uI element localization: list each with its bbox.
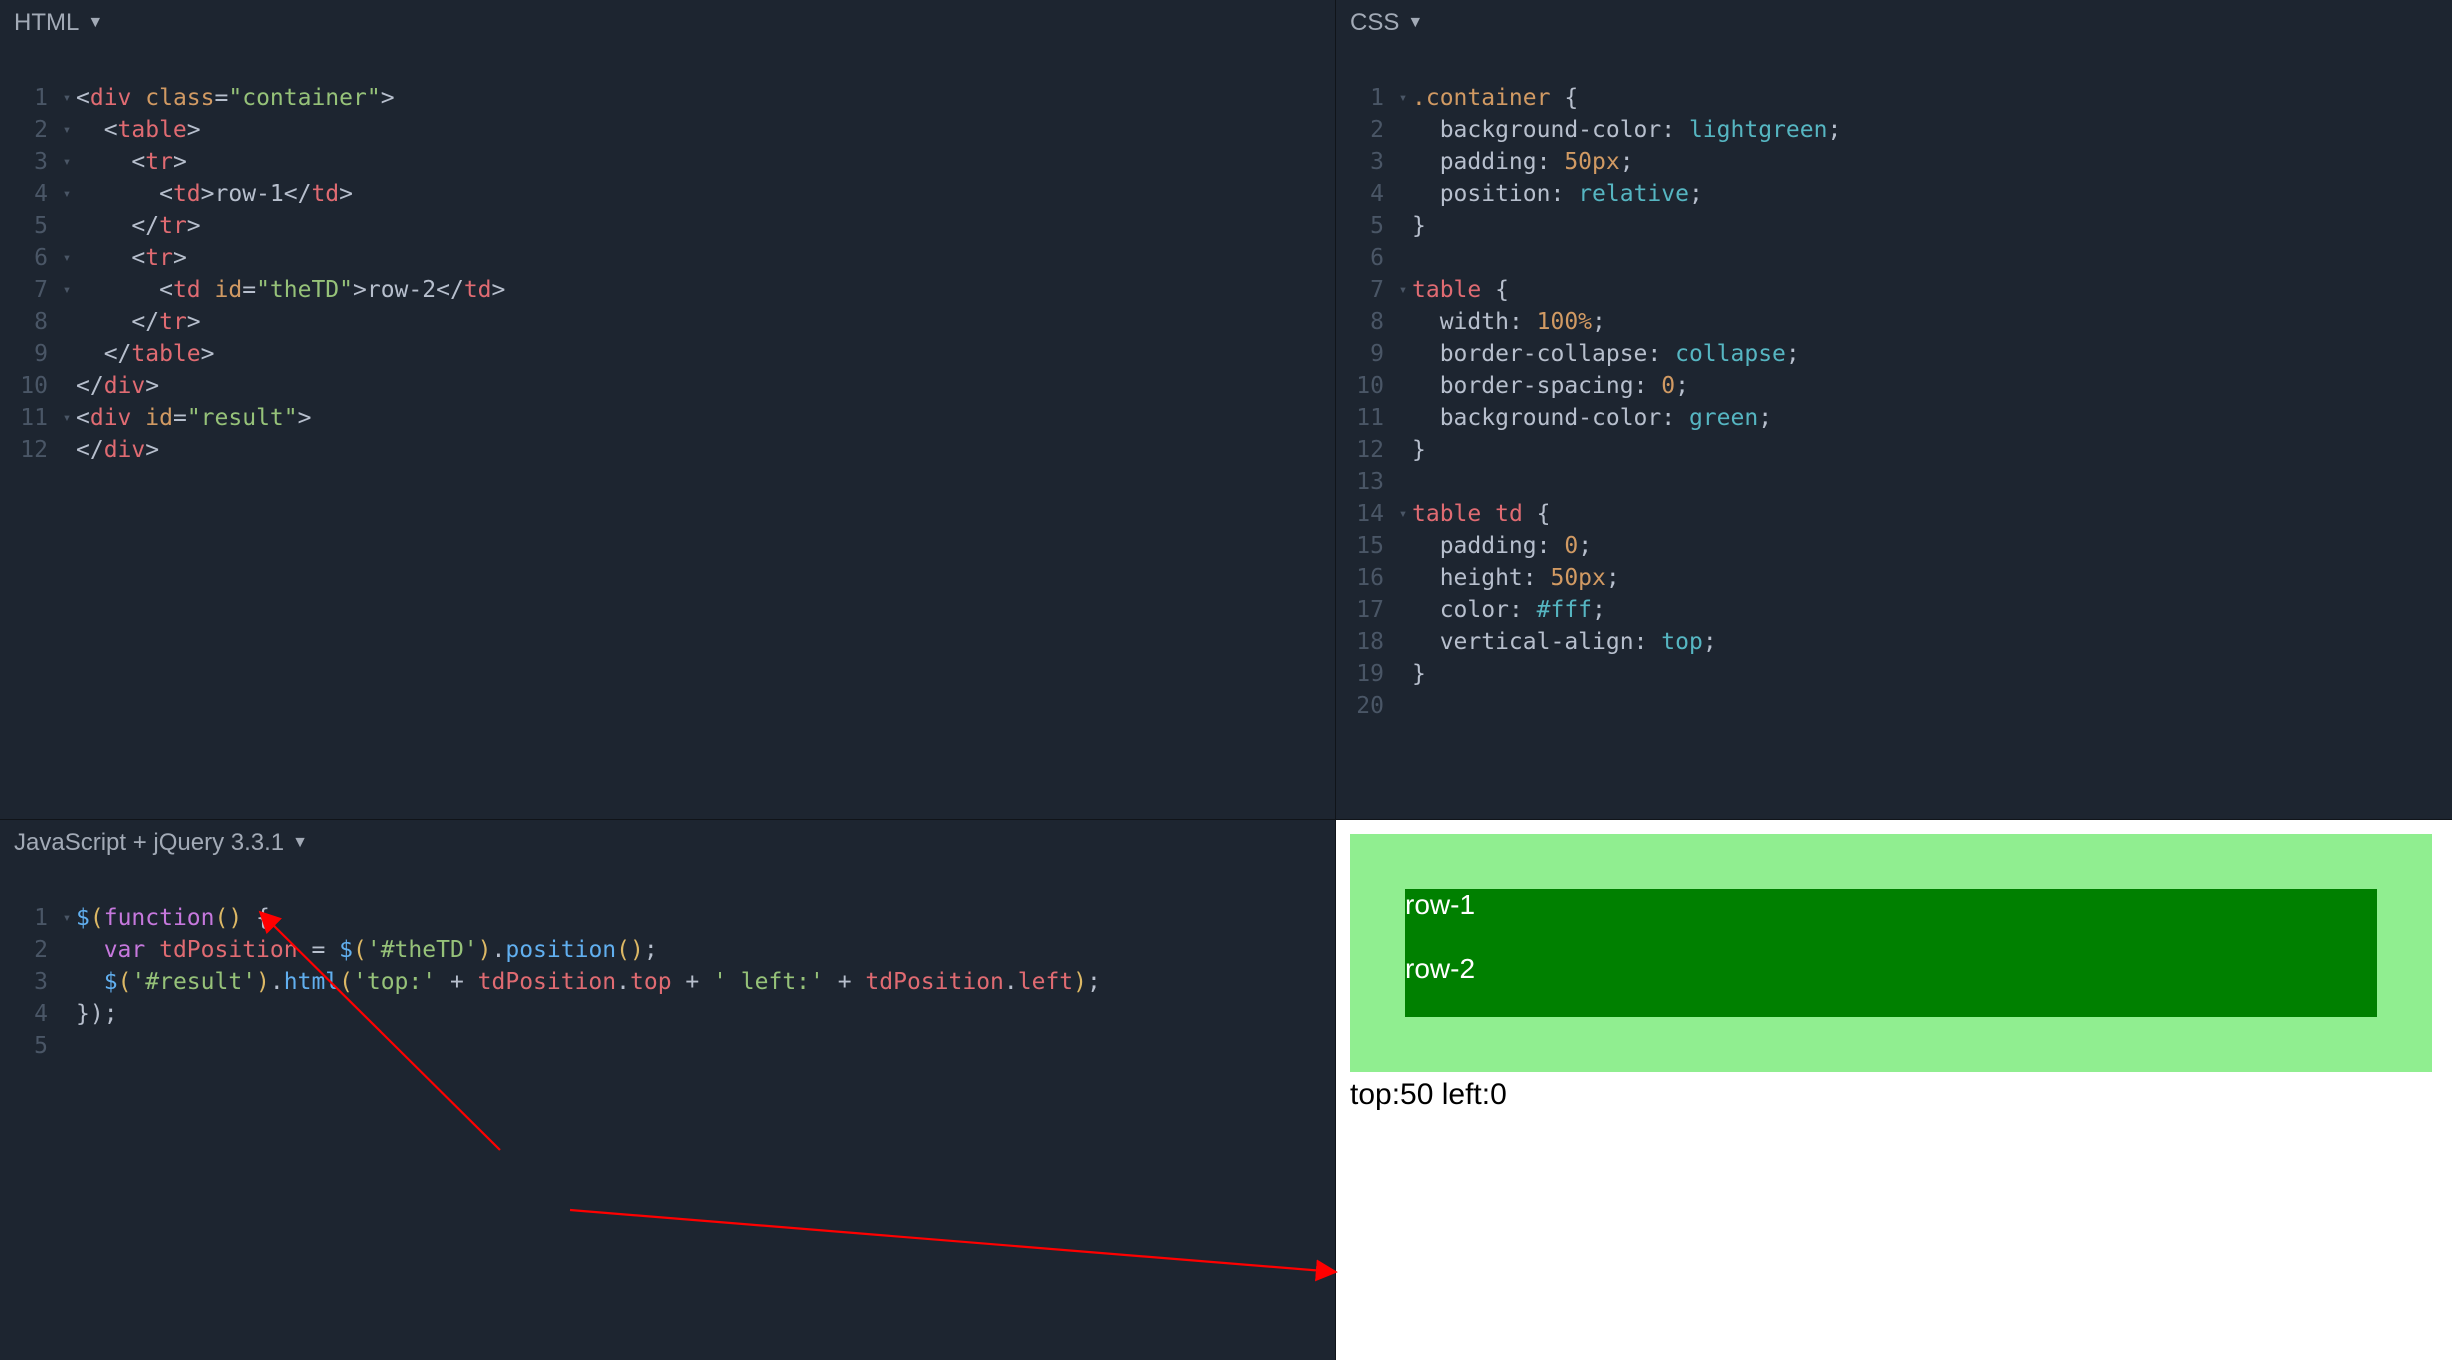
js-pane: JavaScript + jQuery 3.3.1 ▼ 12345 ▾ $(fu… <box>0 820 1336 1360</box>
output-pane: row-1 row-2 top:50 left:0 <box>1336 820 2452 1360</box>
fiddle-grid: HTML ▼ 123456789101112 ▾▾▾▾▾▾▾ <div clas… <box>0 0 2452 1360</box>
css-gutter: 1234567891011121314151617181920 <box>1348 82 1394 722</box>
css-pane: CSS ▼ 1234567891011121314151617181920 ▾▾… <box>1336 0 2452 820</box>
html-pane: HTML ▼ 123456789101112 ▾▾▾▾▾▾▾ <div clas… <box>0 0 1336 820</box>
html-pane-title: HTML <box>14 9 79 37</box>
js-editor[interactable]: 12345 ▾ $(function() { var tdPosition = … <box>0 866 1335 1062</box>
html-editor[interactable]: 123456789101112 ▾▾▾▾▾▾▾ <div class="cont… <box>0 46 1335 466</box>
html-gutter: 123456789101112 <box>12 82 58 466</box>
preview-row-2: row-2 <box>1405 953 2377 1017</box>
js-pane-title: JavaScript + jQuery 3.3.1 <box>14 829 284 857</box>
preview: row-1 row-2 top:50 left:0 <box>1336 820 2452 1126</box>
chevron-down-icon: ▼ <box>292 834 308 852</box>
css-editor[interactable]: 1234567891011121314151617181920 ▾▾▾ .con… <box>1336 46 2452 722</box>
html-fold: ▾▾▾▾▾▾▾ <box>58 82 76 466</box>
preview-result: top:50 left:0 <box>1350 1078 2432 1112</box>
css-pane-header[interactable]: CSS ▼ <box>1336 0 2452 46</box>
html-pane-header[interactable]: HTML ▼ <box>0 0 1335 46</box>
js-code[interactable]: $(function() { var tdPosition = $('#theT… <box>76 902 1101 1062</box>
chevron-down-icon: ▼ <box>87 14 103 32</box>
preview-container: row-1 row-2 <box>1350 834 2432 1072</box>
preview-table: row-1 row-2 <box>1405 889 2377 1017</box>
css-pane-title: CSS <box>1350 9 1399 37</box>
js-gutter: 12345 <box>12 902 58 1062</box>
css-code[interactable]: .container { background-color: lightgree… <box>1412 82 1841 722</box>
preview-row-1: row-1 <box>1405 889 2377 953</box>
js-pane-header[interactable]: JavaScript + jQuery 3.3.1 ▼ <box>0 820 1335 866</box>
css-fold: ▾▾▾ <box>1394 82 1412 722</box>
html-code[interactable]: <div class="container"> <table> <tr> <td… <box>76 82 505 466</box>
chevron-down-icon: ▼ <box>1407 14 1423 32</box>
js-fold: ▾ <box>58 902 76 1062</box>
